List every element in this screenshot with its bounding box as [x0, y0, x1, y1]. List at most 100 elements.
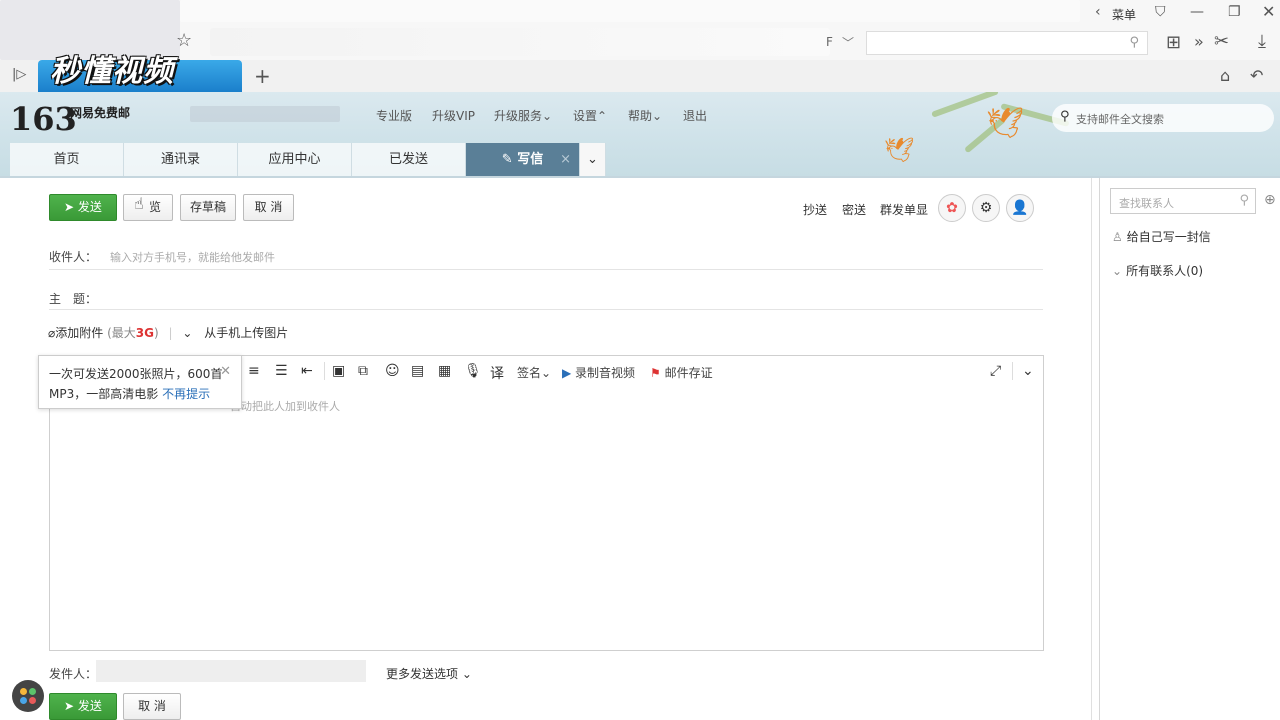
expand-icon[interactable]: ⤢	[990, 363, 1001, 379]
scrollbar[interactable]	[1091, 178, 1092, 720]
scissors-icon[interactable]: ✂	[1214, 31, 1229, 52]
download-icon[interactable]: ⤓	[1258, 31, 1266, 52]
tooltip-line1: 一次可发送2000张照片，600首	[49, 367, 223, 381]
nav-pro[interactable]: 专业版	[376, 107, 412, 124]
undo-icon[interactable]: ↶	[1250, 66, 1263, 85]
tab-apps[interactable]: 应用中心	[238, 143, 352, 176]
attach-max-value: 3G	[135, 326, 154, 340]
translate-icon[interactable]: 译	[490, 363, 504, 383]
template-icon[interactable]: ▤	[411, 363, 424, 379]
attachment-tooltip: 一次可发送2000张照片，600首 MP3，一部高清电影 不再提示 ✕	[38, 355, 242, 409]
nav-help[interactable]: 帮助⌄	[628, 107, 662, 124]
all-contacts-group[interactable]: ⌄ 所有联系人(0)	[1112, 262, 1203, 279]
tab-sent[interactable]: 已发送	[352, 143, 466, 176]
tab-contacts[interactable]: 通讯录	[124, 143, 238, 176]
recipient-input[interactable]: 输入对方手机号，就能给他发邮件	[110, 249, 275, 265]
chevron-left-icon[interactable]: ‹	[1095, 4, 1101, 20]
microphone-icon[interactable]: 🎙	[464, 363, 482, 379]
star-icon[interactable]: ☆	[176, 30, 192, 51]
tab-home[interactable]: 首页	[10, 143, 124, 176]
nav-logout[interactable]: 退出	[683, 107, 707, 124]
image-icon[interactable]: ▣	[332, 363, 345, 379]
recipient-label: 收件人：	[49, 250, 98, 264]
nav-vip[interactable]: 升级VIP	[432, 107, 475, 124]
restore-icon[interactable]: ❐	[1228, 4, 1241, 20]
stamp-icon: ⚑	[650, 366, 665, 380]
subject-label: 主 题：	[49, 292, 98, 306]
mail-evidence-button[interactable]: ⚑ 邮件存证	[650, 364, 713, 381]
person-icon: ♙	[1112, 230, 1123, 244]
brand-logo: 163	[10, 100, 77, 138]
cc-link[interactable]: 抄送	[803, 201, 827, 218]
edit-icon: ✎	[501, 152, 518, 167]
sidebar-toggle-icon[interactable]: |▷	[12, 67, 26, 82]
attach-max-suffix: )	[153, 326, 159, 340]
cancel-button[interactable]: 取 消	[243, 194, 294, 221]
bottom-send-button[interactable]: ➤ 发送	[49, 693, 117, 720]
list-icon[interactable]: ☰	[275, 363, 288, 379]
calendar-icon[interactable]: ▦	[438, 363, 451, 379]
flower-icon[interactable]: ✿	[938, 194, 966, 222]
watermark-logo: 秒懂视频	[50, 54, 174, 89]
mail-search-input[interactable]: ⚲ 支持邮件全文搜索	[1052, 104, 1274, 132]
add-contact-icon[interactable]: ⊕	[1264, 192, 1276, 208]
nav-settings[interactable]: 设置⌃	[573, 107, 607, 124]
record-video-button[interactable]: ▶ 录制音视频	[562, 364, 635, 381]
address-bar[interactable]	[210, 28, 830, 56]
contact-search-input[interactable]: 查找联系人 ⚲	[1110, 188, 1256, 214]
screenshot-icon[interactable]: ⧉	[358, 363, 368, 379]
collapse-toolbar-icon[interactable]: ⌄	[1022, 363, 1034, 379]
bcc-link[interactable]: 密送	[842, 201, 866, 218]
close-icon[interactable]: ✕	[220, 362, 231, 382]
signature-button[interactable]: 签名⌄	[517, 364, 551, 381]
editor-hint: 自动把此人加到收件人	[230, 400, 340, 413]
chevron-down-icon[interactable]: ﹀	[842, 34, 854, 51]
user-account	[190, 106, 340, 122]
add-attachment-link[interactable]: 添加附件	[55, 326, 103, 340]
tab-compose[interactable]: ✎ 写信 ×	[466, 143, 580, 176]
close-icon[interactable]: ✕	[1262, 2, 1275, 21]
new-tab-button[interactable]: +	[254, 64, 271, 88]
attachment-bar: ⌀添加附件 (最大3G) | ⌄ 从手机上传图片	[48, 324, 288, 341]
gear-icon[interactable]: ⚙	[972, 194, 1000, 222]
add-user-icon[interactable]: 👤	[1006, 194, 1034, 222]
send-button[interactable]: ➤ 发送	[49, 194, 117, 221]
group-single-link[interactable]: 群发单显	[880, 201, 928, 218]
subject-input[interactable]	[100, 284, 1040, 306]
close-tab-icon[interactable]: ×	[560, 143, 571, 176]
floating-apps-icon[interactable]	[12, 680, 44, 712]
search-icon: ⚲	[1060, 109, 1070, 124]
search-placeholder: 支持邮件全文搜索	[1076, 113, 1164, 126]
chevron-down-icon[interactable]: ⌄	[580, 143, 606, 176]
preview-button[interactable]: 览	[123, 194, 173, 221]
double-chevron-icon[interactable]: »	[1194, 32, 1204, 51]
align-left-icon[interactable]: ≡	[248, 363, 260, 379]
minimize-icon[interactable]: —	[1190, 4, 1204, 20]
browser-search-input[interactable]: ⚲	[866, 31, 1148, 55]
nav-upgrade-service[interactable]: 升级服务⌄	[494, 107, 552, 124]
search-icon[interactable]: ⚲	[1239, 193, 1249, 208]
decor-bird: 🕊	[986, 106, 1025, 141]
divider	[1012, 362, 1013, 380]
skin-icon[interactable]: ⛉	[1155, 4, 1166, 20]
bottom-cancel-button[interactable]: 取 消	[123, 693, 181, 720]
hand-cursor-icon: ☝	[134, 194, 144, 213]
menu-button[interactable]: 菜单	[1112, 6, 1136, 23]
separator: |	[168, 326, 173, 340]
send-label: 发送	[77, 200, 102, 214]
more-send-options-link[interactable]: 更多发送选项 ⌄	[386, 665, 472, 682]
save-draft-button[interactable]: 存草稿	[180, 194, 236, 221]
search-icon[interactable]: ⚲	[1129, 35, 1139, 50]
broom-icon[interactable]: ⌂	[1220, 66, 1230, 85]
emoji-icon[interactable]: ☺	[385, 363, 400, 379]
paper-plane-icon: ➤	[64, 200, 78, 214]
chevron-down-icon[interactable]: ⌄	[182, 326, 192, 340]
sender-select[interactable]	[96, 660, 366, 682]
dont-remind-link[interactable]: 不再提示	[162, 387, 210, 401]
upload-from-phone-link[interactable]: 从手机上传图片	[204, 326, 288, 340]
write-to-self-link[interactable]: ♙ 给自己写一封信	[1112, 228, 1211, 245]
sender-label: 发件人：	[49, 667, 98, 681]
outdent-icon[interactable]: ⇤	[301, 363, 313, 379]
paper-plane-icon: ➤	[64, 699, 78, 713]
apps-grid-icon[interactable]: ⊞	[1166, 32, 1181, 53]
